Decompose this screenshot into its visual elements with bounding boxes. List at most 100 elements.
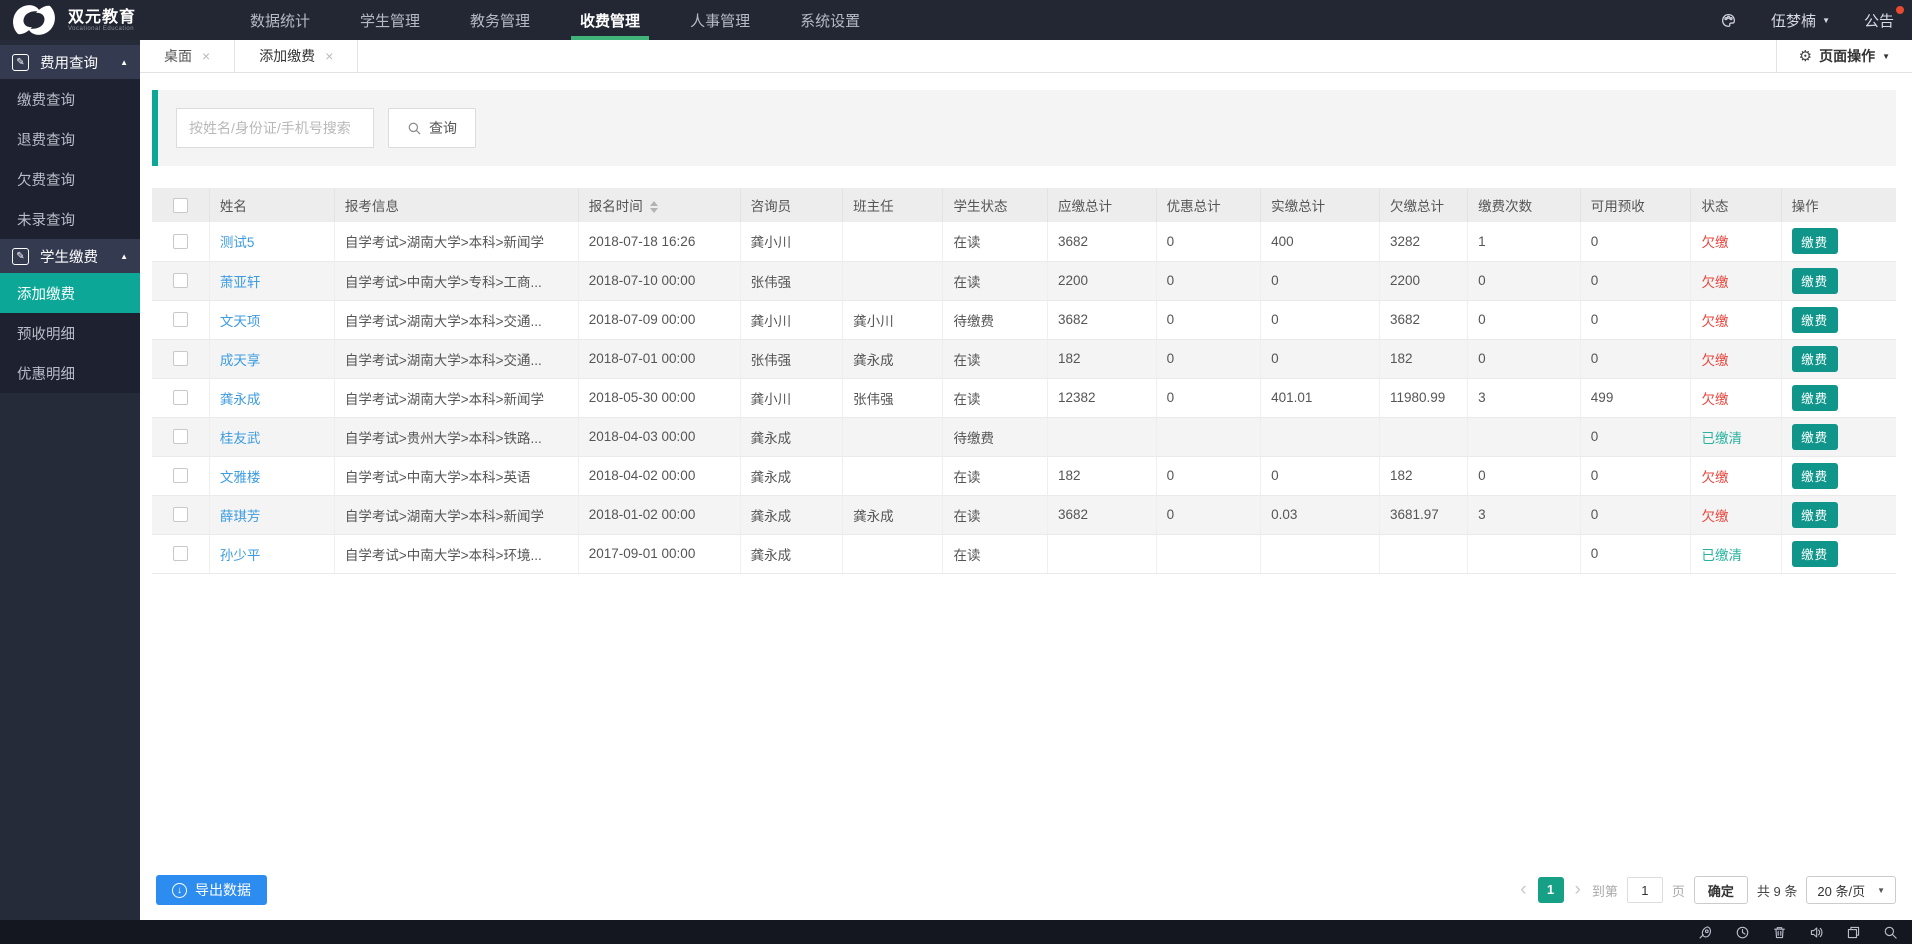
sidebar-section-header-0[interactable]: ✎费用查询▲ <box>0 45 140 79</box>
row-checkbox[interactable] <box>173 234 188 249</box>
sidebar-item[interactable]: 优惠明细 <box>0 353 140 393</box>
student-name-link[interactable]: 文天项 <box>220 314 261 329</box>
gear-icon: ⚙ <box>1799 47 1812 65</box>
table-row: 萧亚轩自学考试>中南大学>专科>工商...2018-07-10 00:00张伟强… <box>152 261 1896 300</box>
row-checkbox[interactable] <box>173 468 188 483</box>
table-row: 文天项自学考试>湖南大学>本科>交通...2018-07-09 00:00龚小川… <box>152 300 1896 339</box>
pay-button[interactable]: 缴费 <box>1792 424 1838 450</box>
prev-page-icon[interactable]: ‹ <box>1518 877 1528 903</box>
status-badge: 已缴清 <box>1701 431 1742 446</box>
cell-advisor: 龚小川 <box>740 222 842 261</box>
row-checkbox[interactable] <box>173 312 188 327</box>
query-button[interactable]: 查询 <box>388 108 476 148</box>
student-name-link[interactable]: 龚永成 <box>220 392 261 407</box>
rocket-icon[interactable] <box>1698 925 1713 940</box>
sidebar-item[interactable]: 预收明细 <box>0 313 140 353</box>
history-icon[interactable] <box>1735 925 1750 940</box>
nav-item-3[interactable]: 收费管理 <box>555 0 665 40</box>
download-icon: ↓ <box>172 883 187 898</box>
row-checkbox-cell <box>152 261 209 300</box>
student-name-link[interactable]: 孙少平 <box>220 548 261 563</box>
student-name-link[interactable]: 薛琪芳 <box>220 509 261 524</box>
pay-button[interactable]: 缴费 <box>1792 385 1838 411</box>
pay-button[interactable]: 缴费 <box>1792 346 1838 372</box>
trash-icon[interactable] <box>1772 925 1787 940</box>
caret-up-icon <box>650 201 658 206</box>
close-icon[interactable]: × <box>202 48 210 64</box>
sidebar-section-header-1[interactable]: ✎学生缴费▲ <box>0 239 140 273</box>
cell-teacher <box>843 456 943 495</box>
nav-item-1[interactable]: 学生管理 <box>335 0 445 40</box>
row-checkbox[interactable] <box>173 390 188 405</box>
sidebar-item[interactable]: 退费查询 <box>0 119 140 159</box>
volume-icon[interactable] <box>1809 925 1824 940</box>
chevron-up-icon: ▲ <box>120 58 128 67</box>
sidebar-item[interactable]: 添加缴费 <box>0 273 140 313</box>
export-button[interactable]: ↓ 导出数据 <box>156 875 267 905</box>
row-checkbox[interactable] <box>173 273 188 288</box>
student-name-link[interactable]: 成天享 <box>220 353 261 368</box>
tab-add-payment[interactable]: 添加缴费 × <box>235 40 358 72</box>
chevron-down-icon: ▼ <box>1822 16 1830 25</box>
pay-button[interactable]: 缴费 <box>1792 307 1838 333</box>
pay-button[interactable]: 缴费 <box>1792 268 1838 294</box>
sidebar-item[interactable]: 欠费查询 <box>0 159 140 199</box>
student-name-link[interactable]: 萧亚轩 <box>220 275 261 290</box>
sidebar-menu-group-0: 缴费查询退费查询欠费查询未录查询 <box>0 79 140 239</box>
cell-prepay: 0 <box>1580 534 1691 573</box>
page-1-button[interactable]: 1 <box>1538 877 1564 903</box>
sort-icon[interactable] <box>650 201 658 213</box>
brand-text: 双元教育 Vocational Education <box>68 9 136 32</box>
pay-button[interactable]: 缴费 <box>1792 228 1838 254</box>
cell-paid <box>1261 417 1380 456</box>
confirm-page-button[interactable]: 确定 <box>1694 876 1748 904</box>
student-name-link[interactable]: 文雅楼 <box>220 470 261 485</box>
nav-item-0[interactable]: 数据统计 <box>225 0 335 40</box>
username: 伍梦楠 <box>1771 10 1816 31</box>
user-menu[interactable]: 伍梦楠 ▼ <box>1771 10 1830 31</box>
table-body: 测试5自学考试>湖南大学>本科>新闻学2018-07-18 16:26龚小川在读… <box>152 222 1896 573</box>
cell-time: 2018-05-30 00:00 <box>578 378 740 417</box>
search-input[interactable] <box>176 108 374 148</box>
pay-button[interactable]: 缴费 <box>1792 541 1838 567</box>
nav-item-4[interactable]: 人事管理 <box>665 0 775 40</box>
cell-info: 自学考试>湖南大学>本科>新闻学 <box>334 378 578 417</box>
close-icon[interactable]: × <box>325 48 333 64</box>
sidebar-section-title: 费用查询 <box>40 52 98 73</box>
cell-discount <box>1156 417 1261 456</box>
student-name-link[interactable]: 桂友武 <box>220 431 261 446</box>
row-checkbox[interactable] <box>173 429 188 444</box>
column-header[interactable]: 报名时间 <box>578 188 740 222</box>
cell-due <box>1048 417 1157 456</box>
next-page-icon[interactable]: › <box>1573 877 1583 903</box>
cell-due: 12382 <box>1048 378 1157 417</box>
cell-name: 文雅楼 <box>209 456 334 495</box>
column-header: 操作 <box>1781 188 1896 222</box>
sidebar-item[interactable]: 未录查询 <box>0 199 140 239</box>
row-checkbox-cell <box>152 222 209 261</box>
row-checkbox[interactable] <box>173 507 188 522</box>
pay-button[interactable]: 缴费 <box>1792 502 1838 528</box>
select-all-checkbox[interactable] <box>173 198 188 213</box>
cell-status: 待缴费 <box>943 417 1048 456</box>
goto-page-input[interactable] <box>1627 877 1663 903</box>
cell-paid: 0 <box>1261 300 1380 339</box>
notice-link[interactable]: 公告 <box>1864 10 1894 31</box>
chevron-up-icon: ▲ <box>120 252 128 261</box>
theme-palette-icon[interactable] <box>1720 12 1737 29</box>
cell-times: 0 <box>1468 261 1581 300</box>
tab-desktop[interactable]: 桌面 × <box>140 40 235 72</box>
nav-item-2[interactable]: 教务管理 <box>445 0 555 40</box>
window-icon[interactable] <box>1846 925 1861 940</box>
pay-button[interactable]: 缴费 <box>1792 463 1838 489</box>
sidebar-item[interactable]: 缴费查询 <box>0 79 140 119</box>
cell-time: 2018-04-02 00:00 <box>578 456 740 495</box>
nav-item-5[interactable]: 系统设置 <box>775 0 885 40</box>
page-actions-button[interactable]: ⚙ 页面操作 ▼ <box>1776 40 1912 72</box>
search-icon[interactable] <box>1883 925 1898 940</box>
cell-advisor: 张伟强 <box>740 261 842 300</box>
student-name-link[interactable]: 测试5 <box>220 235 255 250</box>
page-size-select[interactable]: 20 条/页 ▼ <box>1806 876 1896 904</box>
row-checkbox[interactable] <box>173 546 188 561</box>
row-checkbox[interactable] <box>173 351 188 366</box>
